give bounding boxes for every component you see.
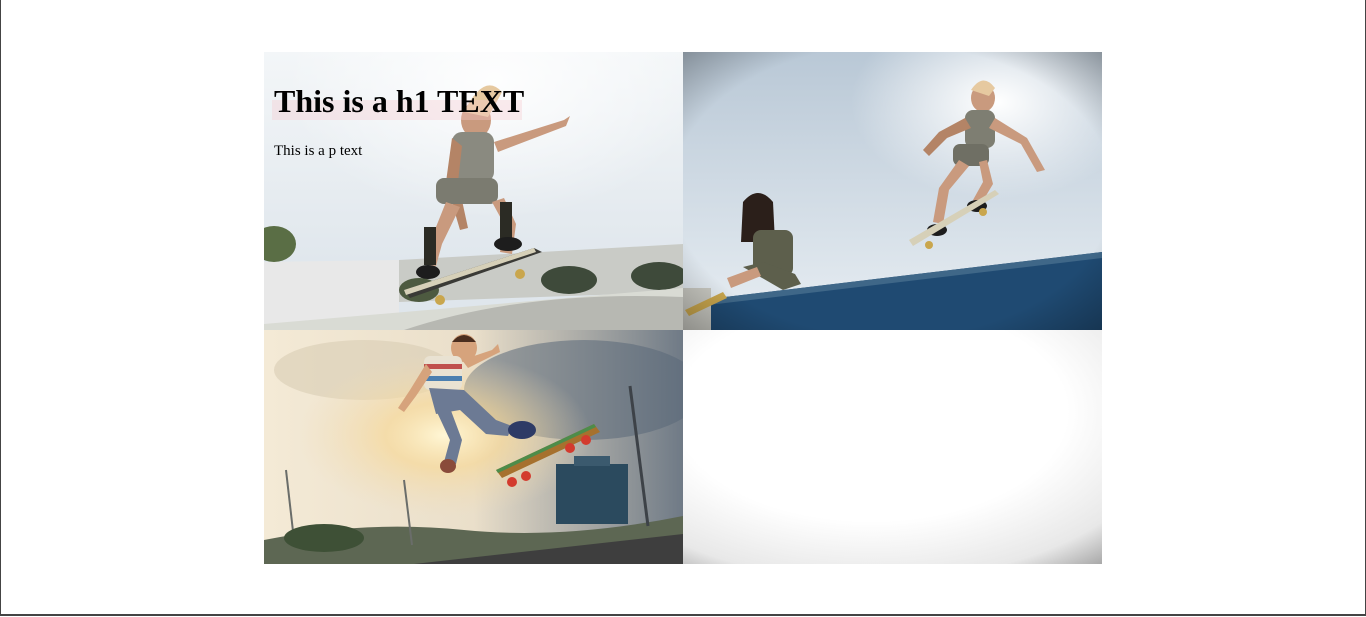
- image-tile-blank: [683, 330, 1102, 564]
- page-paragraph: This is a p text: [274, 143, 363, 159]
- blank-vignette-image: [683, 330, 1102, 564]
- skater-ramp-image: [683, 52, 1102, 330]
- image-tile-skater-park: This is a h1 TEXT This is a p text: [264, 52, 683, 330]
- hero-text-block: This is a h1 TEXT This is a p text: [274, 82, 524, 160]
- image-grid: This is a h1 TEXT This is a p text: [264, 52, 1102, 564]
- image-tile-skater-ramp: [683, 52, 1102, 330]
- image-tile-kid-sunset: [264, 330, 683, 564]
- kid-sunset-image: [264, 330, 683, 564]
- page-heading: This is a h1 TEXT: [274, 83, 525, 119]
